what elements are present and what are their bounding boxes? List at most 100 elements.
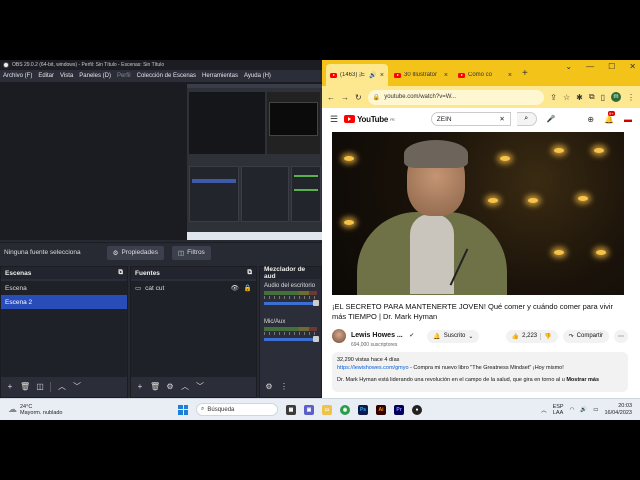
close-icon[interactable]: × <box>380 72 384 79</box>
undock-icon[interactable]: ⧉ <box>247 269 252 277</box>
more-vert-icon[interactable]: ⋮ <box>279 382 289 392</box>
lock-icon[interactable]: 🔒 <box>244 284 252 292</box>
windows-taskbar: ☁ 24°C Mayorm. nublado ⌕ Búsqueda ▦ ▣ ▭ … <box>0 398 640 420</box>
thumbs-down-icon[interactable]: 👎 <box>540 332 552 340</box>
reload-icon[interactable]: ↻ <box>355 93 362 102</box>
photoshop-icon[interactable]: Ps <box>358 404 368 415</box>
subscribed-button[interactable]: 🔔 Suscrito ⌄ <box>427 329 480 343</box>
menu-paneles[interactable]: Paneles (D) <box>79 73 111 79</box>
chevron-down-icon[interactable]: ﹀ <box>72 382 82 392</box>
weather-widget[interactable]: ☁ 24°C Mayorm. nublado <box>0 404 150 416</box>
audio-playing-icon[interactable]: 🔊 <box>369 72 376 79</box>
tab-como[interactable]: Cómo co × <box>454 64 516 86</box>
eye-icon[interactable]: 👁 <box>231 284 239 292</box>
task-view-icon[interactable]: ▦ <box>286 404 296 415</box>
video-player[interactable] <box>332 132 624 295</box>
show-more-link[interactable]: Mostrar más <box>566 377 599 383</box>
more-actions-button[interactable]: ⋯ <box>614 329 628 343</box>
close-icon[interactable]: × <box>444 72 448 79</box>
premiere-icon[interactable]: Pr <box>394 404 404 415</box>
chevron-up-icon[interactable]: ︿ <box>57 382 67 392</box>
undock-icon[interactable]: ⧉ <box>118 269 123 277</box>
volume-slider[interactable] <box>264 300 319 306</box>
obs-preview-canvas[interactable] <box>0 82 322 240</box>
obs-icon[interactable]: ● <box>412 404 422 415</box>
menu-icon[interactable]: ☰ <box>330 114 338 125</box>
scene-item[interactable]: Escena <box>1 281 127 295</box>
advanced-audio-icon[interactable]: ⚙ <box>264 382 274 392</box>
like-button[interactable]: 👍 2,223 👎 <box>505 329 558 343</box>
illustrator-icon[interactable]: Ai <box>376 404 386 415</box>
create-icon[interactable]: ⊕ <box>587 115 594 124</box>
menu-perfil[interactable]: Perfil <box>117 73 131 79</box>
menu-herramientas[interactable]: Herramientas <box>202 73 238 79</box>
channel-avatar[interactable] <box>332 329 346 343</box>
search-input[interactable]: ZEIN ✕ <box>430 112 511 126</box>
add-icon[interactable]: + <box>5 382 15 392</box>
maximize-icon[interactable]: ☐ <box>608 62 615 71</box>
scene-item-selected[interactable]: Escena 2 <box>1 295 127 309</box>
teams-icon[interactable]: ▣ <box>304 404 314 415</box>
extension-icon[interactable]: ✱ <box>576 93 583 102</box>
back-icon[interactable]: ← <box>327 93 335 102</box>
volume-slider[interactable] <box>264 336 319 342</box>
more-vert-icon[interactable]: ⋮ <box>627 93 635 102</box>
youtube-logo[interactable]: YouTube PE <box>344 115 395 124</box>
mixer-channel-mic: Mic/Aux <box>260 317 321 342</box>
filter-icon[interactable]: ◫ <box>35 382 45 392</box>
mic-icon[interactable]: 🎤 <box>547 115 556 123</box>
bokeh-light <box>528 198 538 203</box>
clear-icon[interactable]: ✕ <box>499 115 504 123</box>
wifi-icon[interactable]: ◠ <box>570 407 575 413</box>
language-indicator[interactable]: ESP LAA <box>553 404 564 416</box>
search-button[interactable]: ⌕ <box>516 112 537 126</box>
share-icon[interactable]: ⇪ <box>550 93 557 102</box>
file-explorer-icon[interactable]: ▭ <box>322 404 332 415</box>
menu-archivo[interactable]: Archivo (F) <box>3 73 32 79</box>
menu-coleccion-escenas[interactable]: Colección de Escenas <box>137 73 196 79</box>
menu-vista[interactable]: Vista <box>60 73 73 79</box>
add-icon[interactable]: + <box>135 382 145 392</box>
tab-youtube-video[interactable]: (1463) ¡E 🔊 × <box>326 64 388 86</box>
battery-icon[interactable]: ▭ <box>593 407 598 413</box>
filters-button[interactable]: ◫ Filtros <box>171 245 211 260</box>
new-tab-button[interactable]: + <box>522 68 528 79</box>
taskbar-search[interactable]: ⌕ Búsqueda <box>196 403 278 416</box>
flag-icon[interactable]: ▬ <box>624 115 632 124</box>
close-icon[interactable]: × <box>508 72 512 79</box>
minimize-icon[interactable]: — <box>586 62 594 71</box>
menu-editar[interactable]: Editar <box>38 73 54 79</box>
star-icon[interactable]: ☆ <box>563 93 570 102</box>
forward-icon[interactable]: → <box>341 93 349 102</box>
gear-icon[interactable]: ⚙ <box>165 382 175 392</box>
chevron-down-icon[interactable]: ﹀ <box>195 382 205 392</box>
properties-button[interactable]: ⚙ Propiedades <box>106 245 164 260</box>
tab-illustrator[interactable]: 30 Illustrator × <box>390 64 452 86</box>
tab-search-icon[interactable]: ⌄ <box>565 62 572 71</box>
description-link[interactable]: https://lewishowes.com/gmyo <box>337 365 409 371</box>
meter-ticks <box>264 332 317 335</box>
trash-icon[interactable]: 🗑 <box>20 382 30 392</box>
address-bar[interactable]: 🔒 youtube.com/watch?v=W... <box>367 89 545 105</box>
sidepanel-icon[interactable]: ▯ <box>601 93 605 102</box>
windows-start-icon[interactable] <box>178 404 188 415</box>
clock[interactable]: 20:03 16/04/2023 <box>604 403 632 417</box>
video-description[interactable]: 32,290 vistas hace 4 días https://lewish… <box>332 352 628 392</box>
chevron-up-icon[interactable]: ︿ <box>180 382 190 392</box>
source-item[interactable]: ▭ cat cut 👁 🔒 <box>131 281 256 295</box>
puzzle-icon[interactable]: ⧉ <box>589 92 595 102</box>
notifications-button[interactable]: 🔔 9+ <box>604 110 615 124</box>
chrome-icon[interactable]: ◉ <box>340 404 350 415</box>
chevron-up-icon[interactable]: ︿ <box>541 406 547 414</box>
close-window-icon[interactable]: ✕ <box>629 62 636 71</box>
channel-name[interactable]: Lewis Howes ... <box>351 332 403 339</box>
share-button[interactable]: ↷ Compartir <box>562 329 609 343</box>
youtube-play-icon <box>344 115 356 123</box>
trash-icon[interactable]: 🗑 <box>150 382 160 392</box>
volume-icon[interactable]: 🔊 <box>580 407 587 413</box>
profile-avatar[interactable]: m <box>611 92 621 102</box>
tab-strip: (1463) ¡E 🔊 × 30 Illustrator × Cómo co ×… <box>322 60 640 86</box>
menu-ayuda[interactable]: Ayuda (H) <box>244 73 271 79</box>
views-date: 32,290 vistas hace 4 días <box>337 357 400 363</box>
video-person-shirt <box>410 214 454 294</box>
